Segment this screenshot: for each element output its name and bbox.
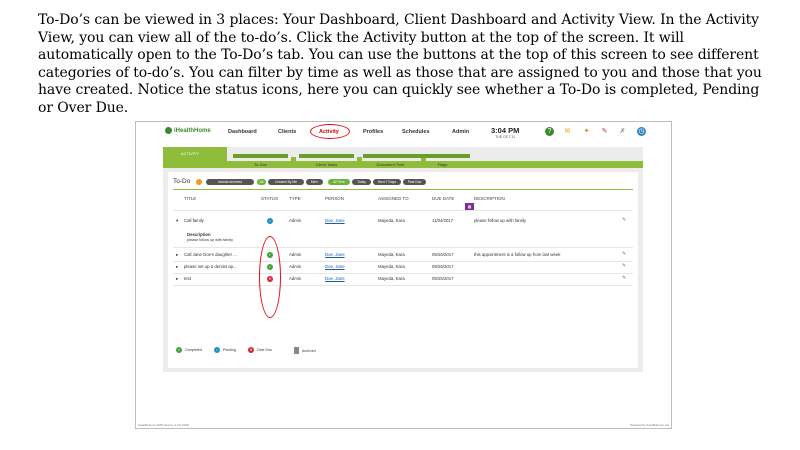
nav-admin[interactable]: Admin — [452, 129, 469, 135]
nav-profiles[interactable]: Profiles — [363, 129, 383, 135]
row-person-link[interactable]: Doe, Jane — [325, 252, 345, 257]
legend-completed: ✓ Completed — [176, 347, 202, 353]
legend-pending: • Pending — [214, 347, 236, 353]
row-person-link[interactable]: Doe, Jane — [325, 218, 345, 223]
filter-today[interactable]: Today — [352, 179, 371, 185]
row-due: 09/25/2017 — [432, 276, 454, 281]
filter-created-by-me[interactable]: Created By Me — [268, 179, 304, 185]
pending-icon: • — [267, 218, 273, 224]
edit-icon[interactable]: ✎ — [622, 275, 626, 281]
row-title[interactable]: Call family — [184, 218, 204, 223]
edit-icon[interactable]: ✎ — [622, 217, 626, 223]
filter-past-due[interactable]: Past Due — [403, 179, 426, 185]
row-due: 09/26/2017 — [432, 252, 454, 257]
col-person[interactable]: PERSON — [325, 196, 344, 201]
expand-icon[interactable]: ▸ — [176, 252, 178, 258]
row-person-link[interactable]: Doe, Jane — [325, 264, 345, 269]
row-type: Admin — [289, 264, 302, 269]
row-person-link[interactable]: Doe, Jane — [325, 276, 345, 281]
row-assigned: Mayeda, Kara — [378, 264, 405, 269]
filter-all[interactable]: All — [257, 179, 266, 185]
divider — [173, 285, 633, 286]
filter-include-archived[interactable]: Include Archived — [206, 179, 254, 185]
completed-icon: ✓ — [176, 347, 182, 353]
row-type: Admin — [289, 218, 302, 223]
row-title[interactable]: please set up a dentist ap... — [184, 264, 237, 269]
nav-clients[interactable]: Clients — [278, 129, 296, 135]
clock-icon[interactable]: ◷ — [637, 127, 646, 136]
app-screenshot: iHealthHome Dashboard Clients Activity P… — [135, 121, 672, 429]
filter-all-time[interactable]: All Time — [328, 179, 350, 185]
legend-overdue: ✕ Over Due — [248, 347, 272, 353]
pencil-icon[interactable]: ✎ — [600, 127, 609, 136]
legend-archived: Archived — [294, 347, 316, 354]
filter-mine[interactable]: Mine — [306, 179, 323, 185]
todo-card: To-Do Include Archived All Created By Me… — [168, 172, 638, 368]
col-type[interactable]: TYPE — [289, 196, 301, 201]
row-title[interactable]: Call Jane Doe's daughter ... — [184, 252, 237, 257]
col-assigned-to[interactable]: ASSIGNED TO — [378, 196, 409, 201]
row-title[interactable]: test — [184, 276, 191, 281]
row-assigned: Mayeda, Kara — [378, 218, 405, 223]
clock: 3:04 PM TUE OCT 31 — [491, 126, 520, 139]
footer-version: iHealthHome CMS Version 1.5.0 2018 — [138, 423, 189, 427]
nav-schedules[interactable]: Schedules — [402, 129, 430, 135]
divider — [173, 261, 633, 262]
divider — [173, 247, 633, 248]
page-title: To-Do — [173, 178, 191, 185]
activity-section-tab[interactable]: ACTIVITY — [163, 147, 227, 167]
activity-highlight-ring — [310, 124, 350, 139]
instructions-text: To-Do’s can be viewed in 3 places: Your … — [38, 12, 762, 116]
row-type: Admin — [289, 252, 302, 257]
footer-powered-by[interactable]: Powered by iHealthHome.net — [630, 423, 669, 427]
filter-next-7-days[interactable]: Next 7 Days — [373, 179, 401, 185]
expanded-text: please follow up with family — [187, 238, 234, 242]
top-nav: iHealthHome Dashboard Clients Activity P… — [136, 122, 671, 141]
divider — [173, 210, 633, 211]
row-assigned: Mayeda, Kara — [378, 276, 405, 281]
tab-client-tasks[interactable]: Client Tasks — [299, 154, 354, 167]
divider — [173, 273, 633, 274]
add-todo-icon[interactable] — [196, 179, 202, 185]
tab-flags[interactable]: Flags — [415, 154, 470, 167]
row-description: please follow up with family — [474, 218, 527, 223]
row-type: Admin — [289, 276, 302, 281]
row-description: this appointment is a follow up from las… — [474, 252, 561, 257]
row-due: 09/26/2017 — [432, 264, 454, 269]
divider — [173, 189, 633, 190]
pending-icon: • — [214, 347, 220, 353]
col-status[interactable]: STATUS — [261, 196, 278, 201]
expand-icon[interactable]: ▸ — [176, 264, 178, 270]
megaphone-icon[interactable]: ✦ — [582, 127, 591, 136]
app-logo[interactable]: iHealthHome — [165, 127, 211, 134]
status-highlight-ring — [259, 236, 281, 318]
edit-icon[interactable]: ✎ — [622, 251, 626, 257]
col-title[interactable]: TITLE — [184, 196, 196, 201]
archive-icon — [294, 347, 299, 354]
tab-todos[interactable]: To-Dos — [233, 154, 288, 167]
help-icon[interactable]: ? — [545, 127, 554, 136]
mail-icon[interactable]: ✉ — [563, 127, 572, 136]
nav-dashboard[interactable]: Dashboard — [228, 129, 257, 135]
logo-icon — [165, 127, 172, 134]
row-due: 11/04/2017 — [432, 218, 454, 223]
pin-icon[interactable]: ✗ — [618, 127, 627, 136]
edit-icon[interactable]: ✎ — [622, 263, 626, 269]
col-description[interactable]: DESCRIPTION — [474, 196, 505, 201]
tab-separator — [357, 157, 362, 162]
collapse-icon[interactable]: ▾ — [176, 218, 178, 224]
tab-document-time[interactable]: Document Time — [363, 154, 418, 167]
expand-icon[interactable]: ▸ — [176, 276, 178, 282]
activity-panel: ACTIVITY To-Dos Client Tasks Document Ti… — [163, 147, 643, 372]
col-due-date[interactable]: DUE DATE — [432, 196, 454, 201]
overdue-icon: ✕ — [248, 347, 254, 353]
expanded-label: Description — [187, 232, 211, 237]
row-assigned: Mayeda, Kara — [378, 252, 405, 257]
tab-separator — [291, 157, 296, 162]
